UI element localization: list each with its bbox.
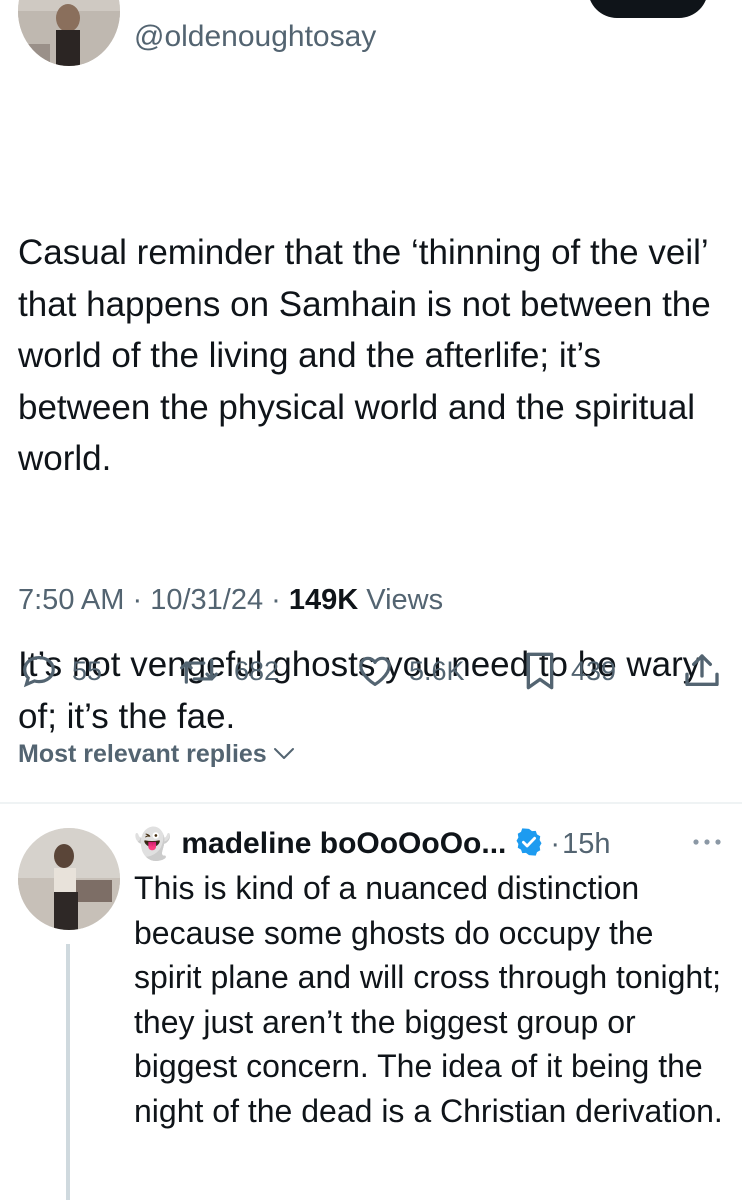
reply-icon xyxy=(20,652,58,690)
tweet-paragraph: Casual reminder that the ‘thinning of th… xyxy=(18,233,721,478)
chevron-down-icon xyxy=(273,740,295,769)
like-button[interactable]: 5.6K xyxy=(355,650,465,692)
repost-icon xyxy=(178,652,220,690)
meta-separator: · xyxy=(132,584,143,616)
reply-time[interactable]: 15h xyxy=(562,828,610,861)
verified-badge-icon xyxy=(514,827,544,862)
meta-separator: · xyxy=(271,584,281,616)
replies-sort-dropdown[interactable]: Most relevant replies xyxy=(18,740,295,769)
reply-header: 👻 madeline boOoOoOo... · 15h xyxy=(134,822,610,866)
reply-button[interactable]: 55 xyxy=(20,650,102,692)
views-count: 149K xyxy=(288,584,359,616)
views-label: Views xyxy=(366,584,444,616)
thread-line xyxy=(66,944,70,1200)
tweet-date[interactable]: 10/31/24 xyxy=(150,584,263,616)
author-avatar[interactable] xyxy=(18,0,120,66)
tweet-time[interactable]: 7:50 AM xyxy=(18,584,124,616)
author-handle[interactable]: @oldenoughtosay xyxy=(134,20,376,54)
divider xyxy=(0,802,742,804)
share-icon xyxy=(682,651,722,691)
reply-author-name[interactable]: madeline boOoOoOo... xyxy=(181,827,506,861)
reply-author-avatar[interactable] xyxy=(18,828,120,930)
heart-icon xyxy=(355,652,395,690)
reply-separator: · xyxy=(550,827,561,860)
share-button[interactable] xyxy=(682,650,722,692)
more-horizontal-icon[interactable] xyxy=(692,834,722,852)
bookmark-button[interactable]: 439 xyxy=(523,650,616,692)
ghost-emoji: 👻 xyxy=(134,827,172,861)
reply-count: 55 xyxy=(72,655,103,686)
bookmark-count: 439 xyxy=(571,655,617,686)
bookmark-icon xyxy=(523,651,557,691)
tweet-text: Casual reminder that the ‘thinning of th… xyxy=(18,124,718,794)
reply-text: This is kind of a nuanced distinction be… xyxy=(134,870,723,1129)
follow-button[interactable] xyxy=(588,0,708,18)
tweet-meta: 7:50 AM · 10/31/24 · 149K Views xyxy=(18,584,443,617)
repost-button[interactable]: 682 xyxy=(178,650,279,692)
sort-label: Most relevant replies xyxy=(18,740,267,768)
like-count: 5.6K xyxy=(409,655,465,686)
repost-count: 682 xyxy=(234,655,280,686)
